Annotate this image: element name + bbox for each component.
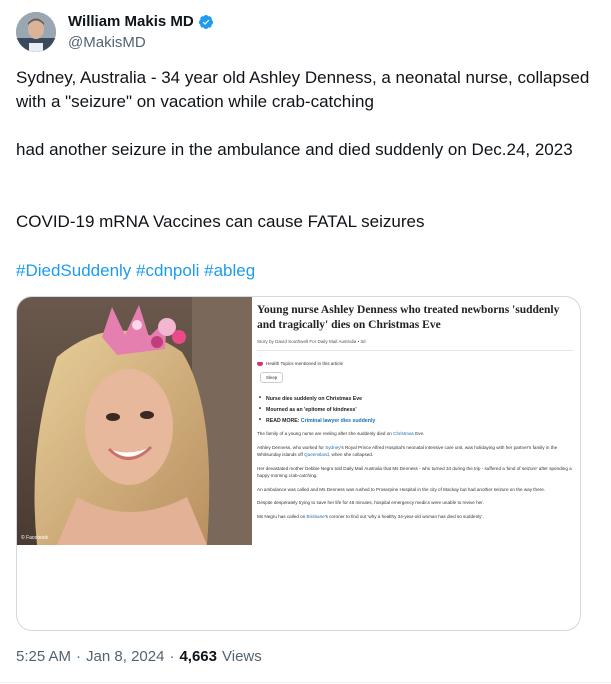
article-byline: Story by David Southwell For Daily Mail …	[257, 339, 366, 344]
tweet-paragraph-2: had another seizure in the ambulance and…	[16, 140, 573, 159]
topic-chip-sleep: Sleep	[260, 372, 284, 383]
photo-credit: © Facebook	[21, 535, 49, 541]
read-more-label: READ MORE:	[266, 418, 300, 424]
article-preview: Young nurse Ashley Denness who treated n…	[257, 303, 573, 520]
author-display-name[interactable]: William Makis MD	[68, 13, 194, 30]
separator: ·	[76, 648, 82, 665]
article-paragraph: The family of a young nurse are reeling …	[257, 430, 573, 438]
paragraph-link: Queensland	[304, 452, 329, 457]
hashtag-ableg[interactable]: #ableg	[204, 261, 255, 280]
verified-badge-icon	[198, 14, 213, 29]
avatar[interactable]	[16, 12, 56, 52]
article-paragraph: An ambulance was called and Ms Denness w…	[257, 486, 546, 492]
media-card[interactable]: © Facebook Young nurse Ashley Denness wh…	[16, 296, 581, 631]
bullet-read-more: READ MORE: Criminal lawyer dies suddenly	[259, 417, 573, 424]
paragraph-text: , when she collapsed.	[328, 452, 374, 457]
hashtag-diedsuddenly[interactable]: #DiedSuddenly	[16, 261, 131, 280]
bullet-item: Nurse dies suddenly on Christmas Eve	[259, 395, 573, 402]
article-paragraph: Ashley Denness, who worked for Sydney's …	[257, 444, 573, 459]
divider	[0, 682, 611, 683]
paragraph-text: Ms Negru has called on	[257, 513, 306, 519]
article-paragraph: Her devastated mother Debbie Negru told …	[257, 465, 572, 479]
paragraph-link: Brisbane	[306, 513, 325, 519]
paragraph-text: The family of a young nurse are reeling …	[257, 431, 392, 436]
hashtags: #DiedSuddenly #cdnpoli #ableg	[16, 259, 255, 283]
paragraph-link: Sydney	[325, 444, 341, 450]
divider	[257, 350, 573, 351]
views-label: Views	[222, 648, 262, 665]
tweet-paragraph-1: Sydney, Australia - 34 year old Ashley D…	[16, 68, 590, 111]
bullet-item: Mourned as an 'epitome of kindness'	[259, 406, 573, 413]
health-topics-label: Health Topics mentioned in this article	[266, 361, 344, 366]
heart-icon	[257, 361, 263, 366]
article-bullets: Nurse dies suddenly on Christmas Eve Mou…	[257, 395, 573, 424]
paragraph-text: 's coroner to find out 'why a healthy 34…	[324, 513, 484, 519]
avatar-image	[16, 12, 56, 52]
author-name-row[interactable]: William Makis MD	[68, 13, 214, 30]
views-count: 4,663	[179, 648, 217, 665]
tweet-paragraph-3: COVID-19 mRNA Vaccines can cause FATAL s…	[16, 212, 425, 231]
read-more-link: Criminal lawyer dies suddenly	[300, 418, 376, 424]
paragraph-text: Ashley Denness, who worked for	[257, 444, 324, 450]
article-photo[interactable]: © Facebook	[17, 297, 252, 545]
health-topics: Health Topics mentioned in this article	[257, 361, 573, 366]
paragraph-text: Eve.	[415, 431, 425, 436]
woman-portrait-image	[17, 297, 252, 545]
tweet-meta: 5:25 AM · Jan 8, 2024 · 4,663 Views	[16, 648, 262, 665]
article-title: Young nurse Ashley Denness who treated n…	[257, 304, 560, 331]
article-paragraph: Ms Negru has called on Brisbane's corone…	[257, 513, 573, 521]
author-handle[interactable]: @MakisMD	[68, 34, 146, 51]
paragraph-link: Christmas	[393, 431, 414, 436]
hashtag-cdnpoli[interactable]: #cdnpoli	[136, 261, 199, 280]
tweet-date[interactable]: Jan 8, 2024	[86, 648, 164, 665]
separator: ·	[169, 648, 175, 665]
tweet-time[interactable]: 5:25 AM	[16, 648, 71, 665]
article-paragraph: Despite desperately trying to save her l…	[257, 500, 484, 505]
